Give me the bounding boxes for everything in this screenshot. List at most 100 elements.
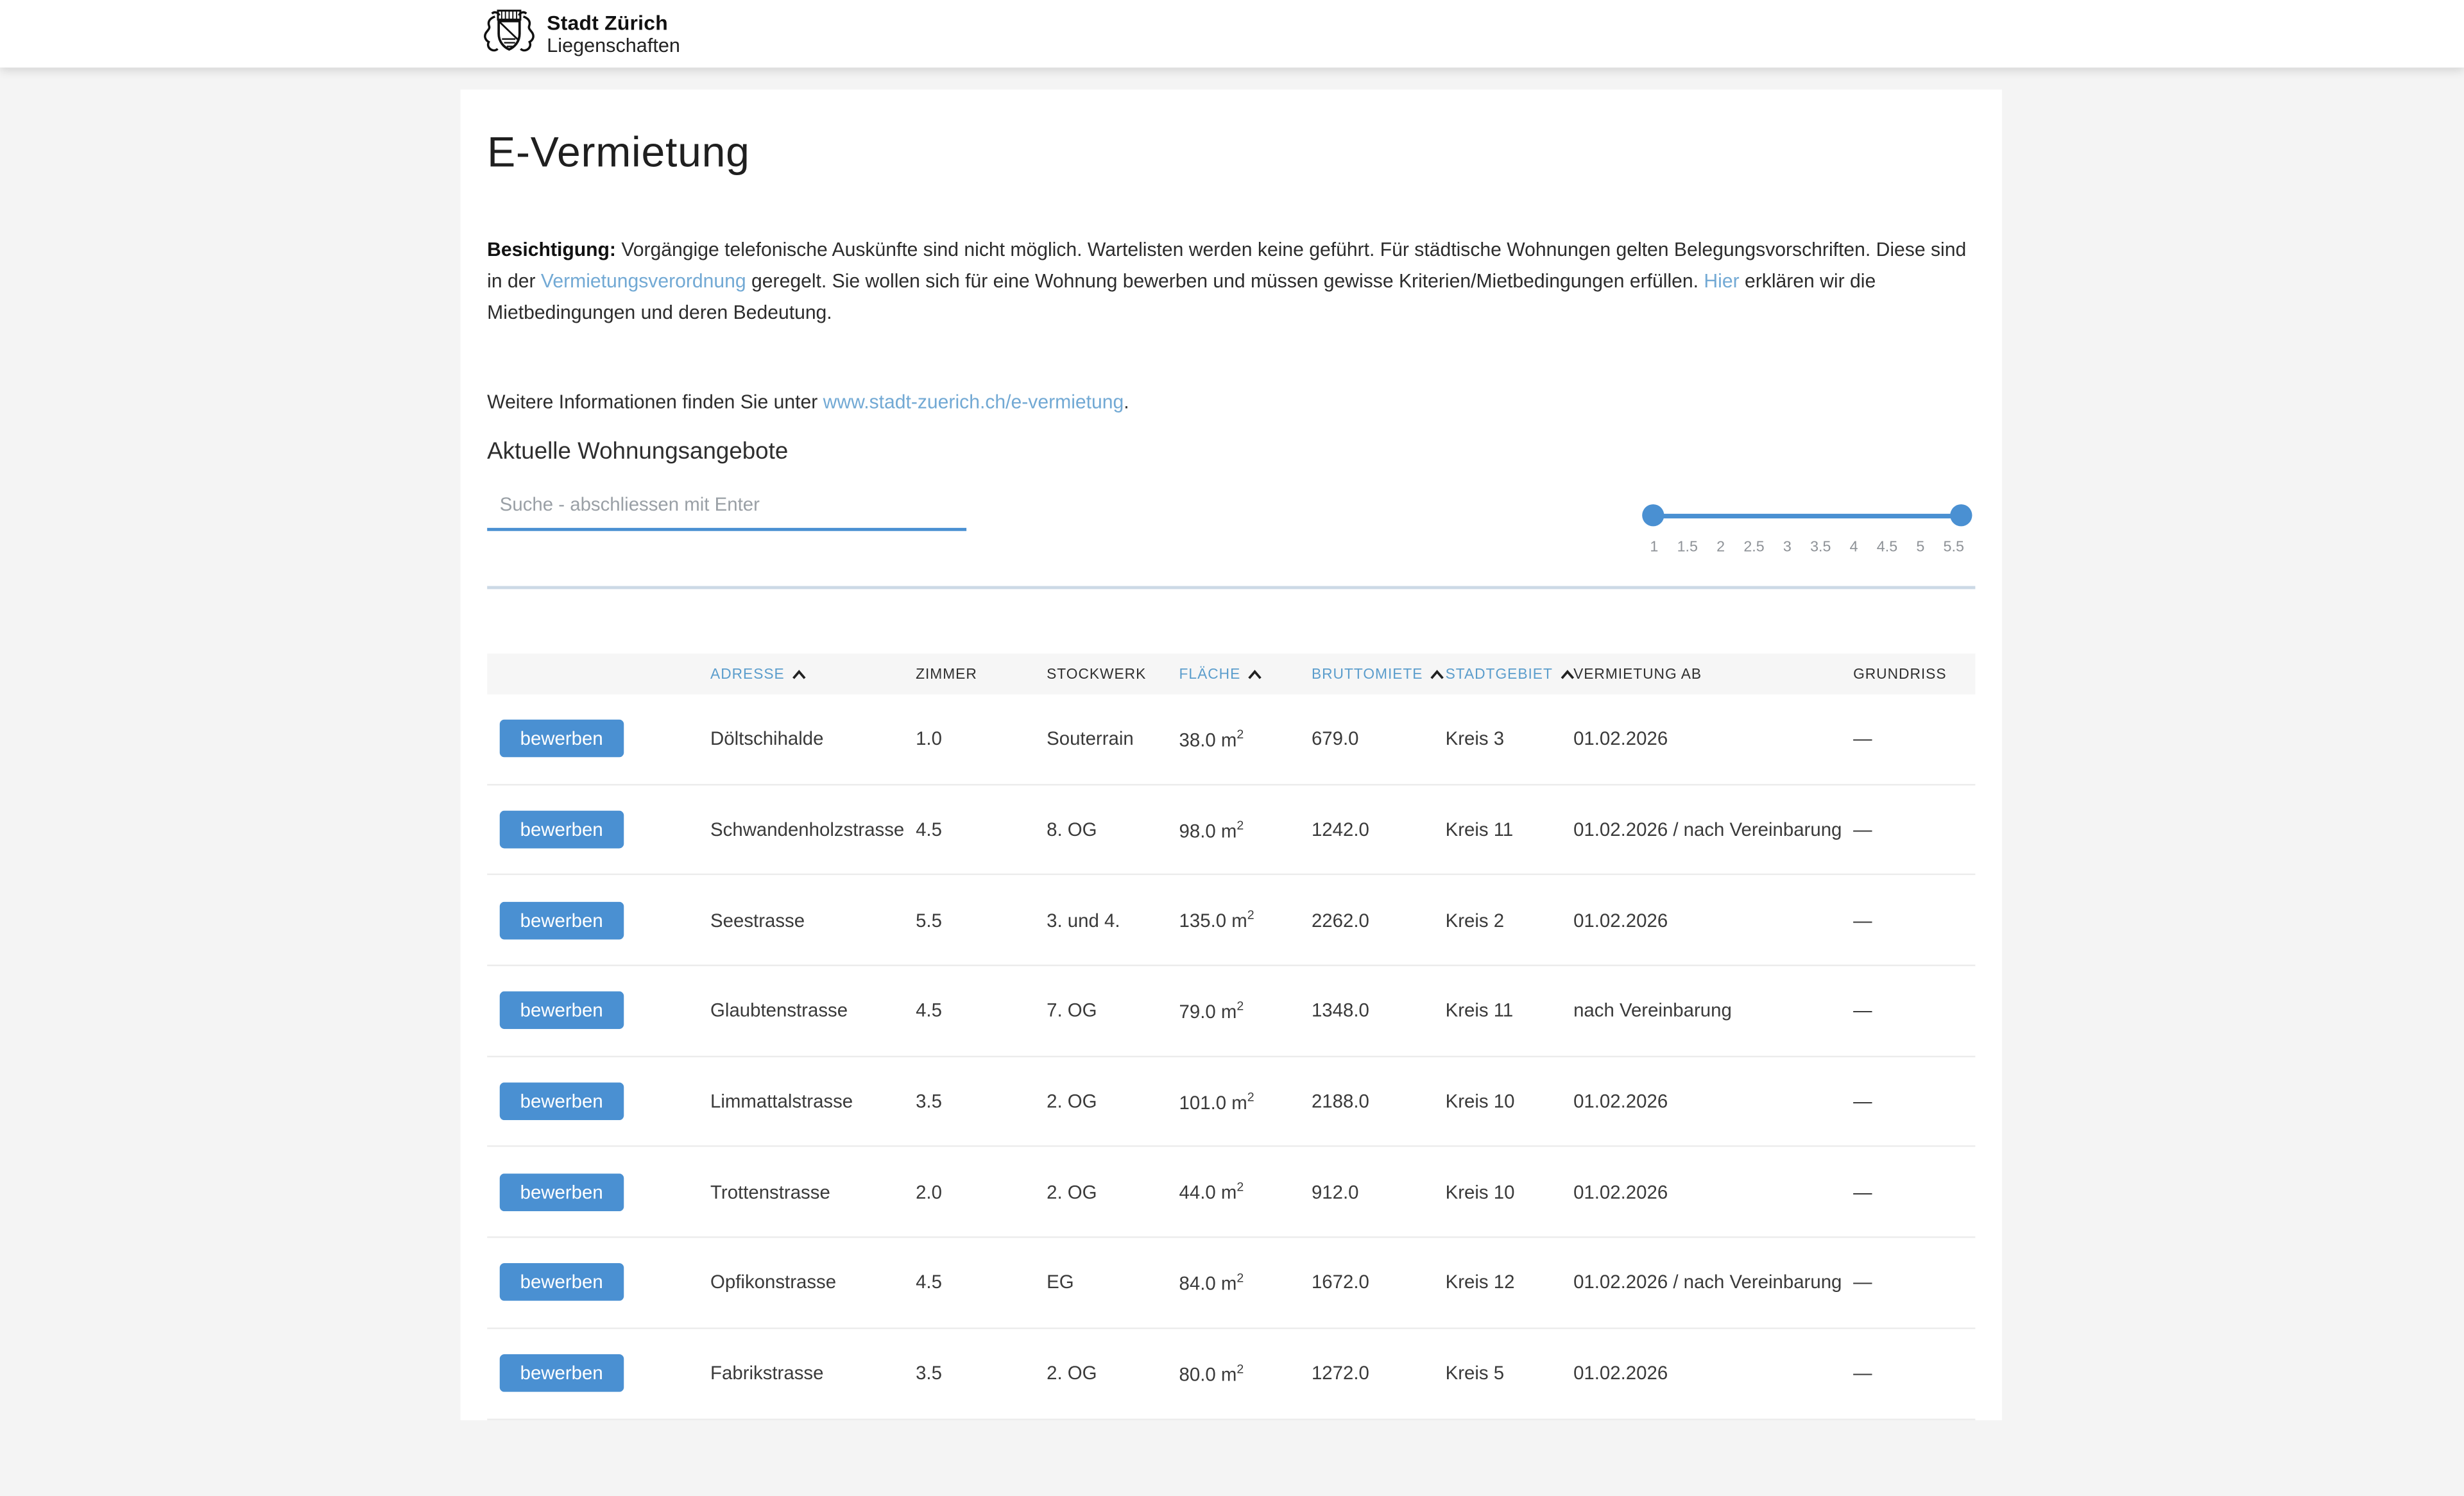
cell-grundriss: — bbox=[1853, 1181, 1975, 1203]
slider-tick-label: 2 bbox=[1716, 539, 1725, 556]
cell-stockwerk: 7. OG bbox=[1047, 1000, 1179, 1022]
column-header-stockwerk[interactable]: STOCKWERK bbox=[1047, 666, 1179, 681]
cell-adresse: Limmattalstrasse bbox=[710, 1091, 916, 1112]
cell-grundriss: — bbox=[1853, 909, 1975, 931]
cell-vermietung-ab: 01.02.2026 / nach Vereinbarung bbox=[1573, 1271, 1853, 1293]
sort-asc-icon bbox=[792, 669, 807, 680]
cell-grundriss: — bbox=[1853, 1271, 1975, 1293]
cell-stockwerk: 3. und 4. bbox=[1047, 909, 1179, 931]
page-background: Stadt Zürich Liegenschaften E-Vermietung… bbox=[0, 0, 2464, 1496]
table-row: bewerbenTrottenstrasse2.02. OG44.0 m2912… bbox=[487, 1148, 1975, 1238]
rooms-range-slider: 11.522.533.544.555.5 bbox=[1650, 484, 1964, 556]
apply-button[interactable]: bewerben bbox=[500, 720, 624, 758]
stadt-zuerich-coat-of-arms-icon bbox=[479, 8, 539, 60]
cell-bruttomiete: 1242.0 bbox=[1312, 819, 1446, 840]
apply-button[interactable]: bewerben bbox=[500, 992, 624, 1030]
cell-zimmer: 4.5 bbox=[916, 1000, 1047, 1022]
cell-bruttomiete: 679.0 bbox=[1312, 728, 1446, 750]
cell-adresse: Glaubtenstrasse bbox=[710, 1000, 916, 1022]
table-body: bewerbenDöltschihalde1.0Souterrain38.0 m… bbox=[487, 694, 1975, 1419]
cell-zimmer: 4.5 bbox=[916, 819, 1047, 840]
cell-bruttomiete: 1348.0 bbox=[1312, 1000, 1446, 1022]
cell-vermietung-ab: 01.02.2026 bbox=[1573, 728, 1853, 750]
hier-link[interactable]: Hier bbox=[1704, 270, 1739, 292]
slider-tick-label: 3 bbox=[1783, 539, 1792, 556]
table-row: bewerben Fabrikstrasse3.52. OG80.0 m21272… bbox=[487, 1329, 1975, 1419]
section-heading: Aktuelle Wohnungsangebote bbox=[487, 438, 1975, 465]
cell-adresse: Opfikonstrasse bbox=[710, 1271, 916, 1293]
cell-stadtgebiet: Kreis 11 bbox=[1446, 819, 1573, 840]
apply-button[interactable]: bewerben bbox=[500, 1083, 624, 1121]
sort-asc-icon bbox=[1431, 669, 1445, 680]
brand-name: Stadt Zürich bbox=[547, 12, 680, 33]
website-link[interactable]: www.stadt-zuerich.ch/e-vermietung bbox=[823, 391, 1124, 413]
cell-grundriss: — bbox=[1853, 728, 1975, 750]
column-header-adresse[interactable]: ADRESSE bbox=[710, 666, 916, 681]
cell-stadtgebiet: Kreis 11 bbox=[1446, 1000, 1573, 1022]
cell-adresse: Fabrikstrasse bbox=[710, 1363, 916, 1384]
listings-table: ADRESSEZIMMERSTOCKWERKFLÄCHEBRUTTOMIETES… bbox=[487, 654, 1975, 1420]
intro-paragraph: Besichtigung: Vorgängige telefonische Au… bbox=[487, 234, 1975, 328]
top-bar: Stadt Zürich Liegenschaften bbox=[0, 0, 2464, 67]
cell-zimmer: 3.5 bbox=[916, 1363, 1047, 1384]
cell-grundriss: — bbox=[1853, 1000, 1975, 1022]
table-row: bewerbenOpfikonstrasse4.5EG84.0 m21672.0… bbox=[487, 1238, 1975, 1329]
slider-tick-label: 3.5 bbox=[1810, 539, 1831, 556]
cell-flaeche: 80.0 m2 bbox=[1179, 1361, 1312, 1385]
cell-stadtgebiet: Kreis 10 bbox=[1446, 1181, 1573, 1203]
page-title: E-Vermietung bbox=[487, 129, 1975, 178]
cell-vermietung-ab: 01.02.2026 bbox=[1573, 909, 1853, 931]
cell-vermietung-ab: 01.02.2026 / nach Vereinbarung bbox=[1573, 819, 1853, 840]
apply-button[interactable]: bewerben bbox=[500, 811, 624, 849]
apply-button[interactable]: bewerben bbox=[500, 1173, 624, 1211]
cell-flaeche: 98.0 m2 bbox=[1179, 818, 1312, 842]
cell-grundriss: — bbox=[1853, 819, 1975, 840]
column-header-stadtgebiet[interactable]: STADTGEBIET bbox=[1446, 666, 1573, 681]
more-info-period: . bbox=[1124, 391, 1129, 413]
cell-flaeche: 44.0 m2 bbox=[1179, 1180, 1312, 1204]
more-info-line: Weitere Informationen finden Sie unter w… bbox=[487, 391, 1975, 413]
column-header-grundriss[interactable]: GRUNDRISS bbox=[1853, 666, 1975, 681]
brand-department: Liegenschaften bbox=[547, 36, 680, 56]
cell-adresse: Seestrasse bbox=[710, 909, 916, 931]
cell-grundriss: — bbox=[1853, 1091, 1975, 1112]
cell-bruttomiete: 2262.0 bbox=[1312, 909, 1446, 931]
cell-vermietung-ab: nach Vereinbarung bbox=[1573, 1000, 1853, 1022]
cell-stadtgebiet: Kreis 10 bbox=[1446, 1091, 1573, 1112]
cell-stockwerk: Souterrain bbox=[1047, 728, 1179, 750]
cell-zimmer: 2.0 bbox=[916, 1181, 1047, 1203]
column-header-bruttomiete[interactable]: BRUTTOMIETE bbox=[1312, 666, 1446, 681]
column-header-vermietung_ab[interactable]: VERMIETUNG AB bbox=[1573, 666, 1853, 681]
cell-stockwerk: 2. OG bbox=[1047, 1363, 1179, 1384]
cell-zimmer: 1.0 bbox=[916, 728, 1047, 750]
cell-adresse: Trottenstrasse bbox=[710, 1181, 916, 1203]
more-info-text: Weitere Informationen finden Sie unter bbox=[487, 391, 823, 413]
apply-button[interactable]: bewerben bbox=[500, 901, 624, 939]
cell-flaeche: 84.0 m2 bbox=[1179, 1271, 1312, 1295]
intro-text-2: geregelt. Sie wollen sich für eine Wohnu… bbox=[746, 270, 1704, 292]
apply-button[interactable]: bewerben bbox=[500, 1264, 624, 1302]
column-header-flaeche[interactable]: FLÄCHE bbox=[1179, 666, 1312, 681]
cell-vermietung-ab: 01.02.2026 bbox=[1573, 1181, 1853, 1203]
slider-tick-label: 5.5 bbox=[1944, 539, 1964, 556]
search-input[interactable] bbox=[487, 484, 966, 531]
apply-button[interactable]: bewerben bbox=[500, 1354, 624, 1392]
cell-zimmer: 4.5 bbox=[916, 1271, 1047, 1293]
slider-handle-min[interactable] bbox=[1642, 504, 1664, 526]
brand-text: Stadt Zürich Liegenschaften bbox=[547, 12, 680, 55]
table-row: bewerbenGlaubtenstrasse4.57. OG79.0 m213… bbox=[487, 966, 1975, 1057]
slider-track[interactable] bbox=[1653, 513, 1961, 518]
vermietungsverordnung-link[interactable]: Vermietungsverordnung bbox=[541, 270, 746, 292]
cell-bruttomiete: 1272.0 bbox=[1312, 1363, 1446, 1384]
sort-asc-icon bbox=[1249, 669, 1263, 680]
content-card: E-Vermietung Besichtigung: Vorgängige te… bbox=[461, 90, 2002, 1420]
cell-stadtgebiet: Kreis 2 bbox=[1446, 909, 1573, 931]
cell-grundriss: — bbox=[1853, 1363, 1975, 1384]
cell-zimmer: 3.5 bbox=[916, 1091, 1047, 1112]
slider-handle-max[interactable] bbox=[1950, 504, 1972, 526]
column-header-zimmer[interactable]: ZIMMER bbox=[916, 666, 1047, 681]
cell-stockwerk: 8. OG bbox=[1047, 819, 1179, 840]
slider-tick-label: 1.5 bbox=[1677, 539, 1698, 556]
table-row: bewerbenSeestrasse5.53. und 4.135.0 m222… bbox=[487, 876, 1975, 966]
cell-flaeche: 101.0 m2 bbox=[1179, 1090, 1312, 1114]
